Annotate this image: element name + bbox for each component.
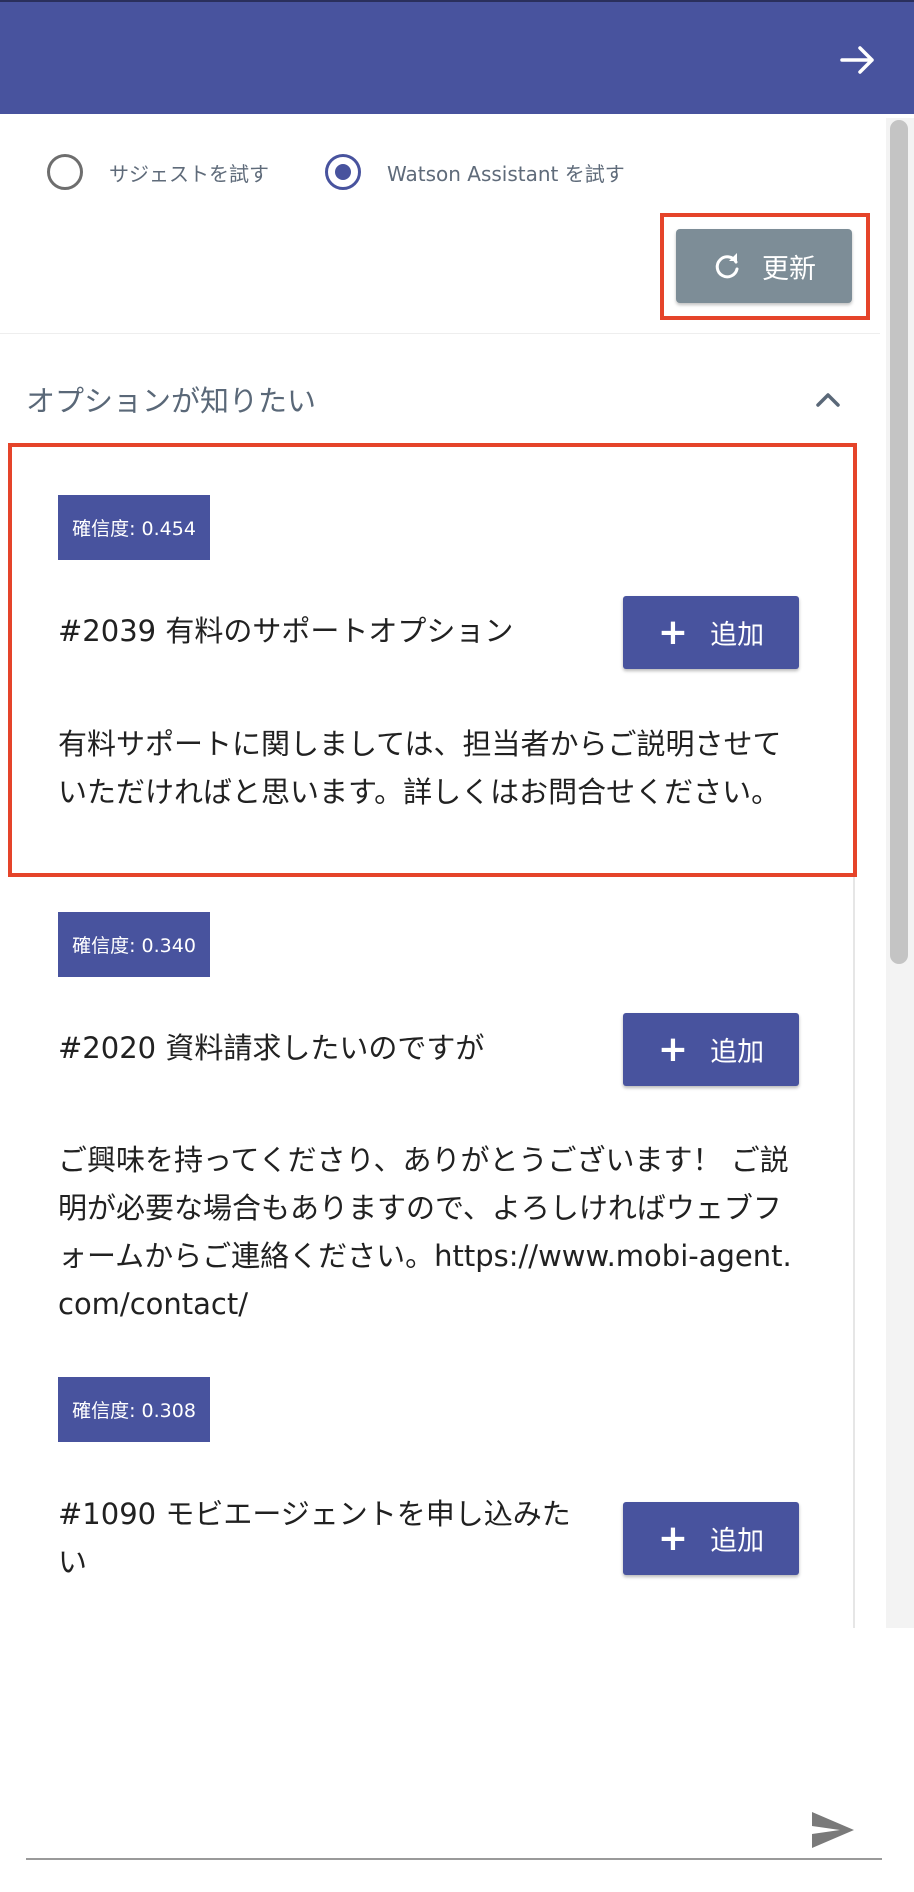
faq-title: #2039 有料のサポートオプション	[58, 614, 514, 648]
refresh-button[interactable]: 更新	[676, 229, 852, 303]
mode-selector: サジェストを試す Watson Assistant を試す	[47, 150, 625, 194]
list-border	[853, 460, 855, 1628]
assistant-panel: サジェストを試す Watson Assistant を試す 更新 オプションが知…	[0, 0, 914, 1892]
confidence-badge: 確信度: 0.340	[58, 912, 210, 977]
radio-watson-label: Watson Assistant を試す	[387, 161, 625, 186]
add-button-label: 追加	[710, 1037, 765, 1068]
add-button-label: 追加	[710, 1526, 765, 1557]
message-input[interactable]	[26, 1800, 790, 1856]
chevron-up-icon[interactable]	[812, 384, 844, 416]
top-bar	[0, 0, 914, 114]
add-button[interactable]: + 追加	[623, 596, 799, 669]
confidence-badge: 確信度: 0.308	[58, 1377, 210, 1442]
radio-checked-icon[interactable]	[325, 154, 361, 190]
input-underline	[26, 1858, 882, 1860]
radio-watson-assistant[interactable]: Watson Assistant を試す	[325, 154, 625, 190]
radio-suggest-label: サジェストを試す	[109, 161, 269, 186]
send-icon[interactable]	[810, 1810, 856, 1850]
scrollbar-thumb[interactable]	[890, 120, 908, 964]
add-button-label: 追加	[710, 620, 765, 651]
plus-icon: +	[657, 611, 689, 653]
faq-title: #2020 資料請求したいのですが	[58, 1031, 485, 1065]
add-button[interactable]: + 追加	[623, 1013, 799, 1086]
plus-icon: +	[657, 1517, 689, 1559]
refresh-icon	[715, 253, 739, 279]
arrow-right-icon[interactable]	[838, 40, 878, 80]
radio-unchecked-icon[interactable]	[47, 154, 83, 190]
faq-answer: 有料サポートに関しましては、担当者からご説明させていただければと思います。詳しく…	[58, 727, 782, 809]
refresh-label: 更新	[762, 253, 816, 285]
faq-title: #1090 モビエージェントを申し込みたい	[58, 1497, 571, 1579]
radio-suggest[interactable]: サジェストを試す	[47, 154, 269, 190]
add-button[interactable]: + 追加	[623, 1502, 799, 1575]
confidence-badge: 確信度: 0.454	[58, 495, 210, 560]
plus-icon: +	[657, 1028, 689, 1070]
divider	[0, 333, 880, 334]
faq-answer: ご興味を持ってくださり、ありがとうございます！ ご説明が必要な場合もありますので…	[58, 1143, 792, 1321]
section-title[interactable]: オプションが知りたい	[26, 378, 316, 420]
